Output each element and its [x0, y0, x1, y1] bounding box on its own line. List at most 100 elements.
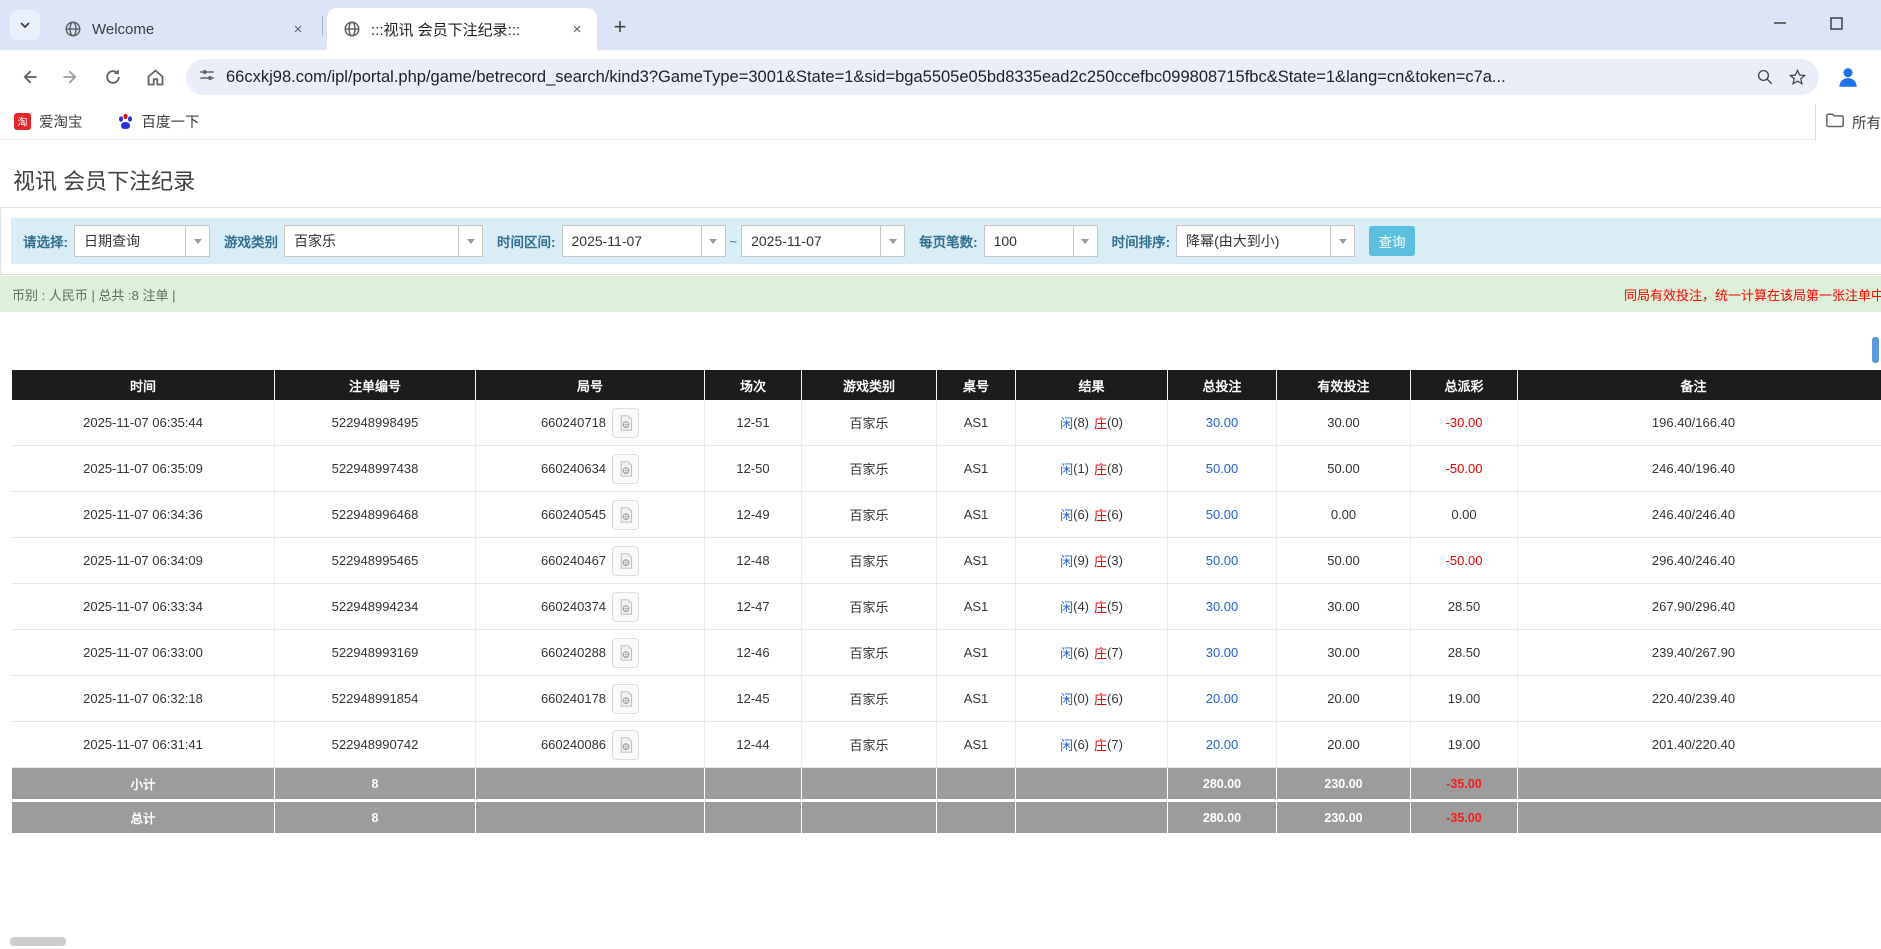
cell-session: 12-46: [705, 630, 802, 675]
video-replay-button[interactable]: [612, 684, 639, 714]
column-header: 结果: [1016, 370, 1168, 400]
date-to-select[interactable]: 2025-11-07: [741, 225, 905, 257]
baidu-icon: [117, 113, 134, 130]
round-number: 660240086: [541, 737, 606, 752]
bookmark-baidu[interactable]: 百度一下: [117, 111, 200, 132]
cell-total-bet[interactable]: 30.00: [1168, 584, 1277, 629]
profile-avatar-icon[interactable]: [1833, 62, 1863, 92]
cell-session: 12-49: [705, 492, 802, 537]
bookmark-taobao[interactable]: 淘 爱淘宝: [14, 111, 83, 132]
chevron-down-icon[interactable]: [881, 225, 905, 257]
cell-valid-bet: 30.00: [1277, 584, 1411, 629]
close-tab-icon[interactable]: ×: [567, 19, 587, 39]
video-replay-button[interactable]: [612, 408, 639, 438]
search-button[interactable]: 查询: [1369, 226, 1415, 256]
zoom-icon[interactable]: [1756, 68, 1774, 86]
bookmark-star-icon[interactable]: [1788, 68, 1807, 87]
cell-total-bet[interactable]: 20.00: [1168, 722, 1277, 767]
video-replay-button[interactable]: [612, 546, 639, 576]
chevron-down-icon[interactable]: [1331, 225, 1355, 257]
banker-result: 庄: [1094, 505, 1107, 524]
url-bar[interactable]: 66cxkj98.com/ipl/portal.php/game/betreco…: [186, 59, 1819, 95]
url-text[interactable]: 66cxkj98.com/ipl/portal.php/game/betreco…: [226, 68, 1742, 87]
cell-result: 闲(6)庄(7): [1016, 722, 1168, 767]
bookmarks-bar: 淘 爱淘宝 百度一下 所有书签: [0, 104, 1881, 140]
banker-result: 庄: [1094, 735, 1107, 754]
page-size-value[interactable]: 100: [984, 225, 1074, 257]
cell-total-bet[interactable]: 50.00: [1168, 492, 1277, 537]
cell-time: 2025-11-07 06:33:00: [12, 630, 275, 675]
video-replay-button[interactable]: [612, 454, 639, 484]
cell-table-no: AS1: [937, 400, 1016, 445]
chevron-down-icon[interactable]: [1074, 225, 1098, 257]
home-button[interactable]: [138, 60, 172, 94]
chevron-down-icon[interactable]: [702, 225, 726, 257]
folder-icon: [1826, 112, 1844, 133]
window-controls: [1765, 8, 1851, 38]
date-to-value[interactable]: 2025-11-07: [741, 225, 881, 257]
subtotal-valid-bet: 230.00: [1277, 768, 1411, 799]
all-bookmarks-button[interactable]: 所有书签: [1815, 104, 1881, 140]
subtotal-label: 小计: [12, 768, 275, 799]
horizontal-scrollbar[interactable]: [10, 937, 66, 946]
date-from-value[interactable]: 2025-11-07: [562, 225, 702, 257]
chevron-down-icon[interactable]: [186, 225, 210, 257]
cell-time: 2025-11-07 06:31:41: [12, 722, 275, 767]
player-points: (4): [1073, 599, 1089, 614]
cell-table-no: AS1: [937, 630, 1016, 675]
cell-payout: 28.50: [1411, 630, 1518, 675]
cell-session: 12-47: [705, 584, 802, 629]
scrollbar-thumb[interactable]: [1872, 337, 1879, 363]
video-replay-button[interactable]: [612, 500, 639, 530]
page-size-select[interactable]: 100: [984, 225, 1098, 257]
sort-select[interactable]: 降幂(由大到小): [1176, 225, 1355, 257]
cell-valid-bet: 50.00: [1277, 538, 1411, 583]
tab-betrecord[interactable]: :::视讯 会员下注纪录::: ×: [327, 8, 597, 50]
banker-result: 庄: [1094, 597, 1107, 616]
video-file-icon: [618, 507, 634, 523]
cell-total-bet[interactable]: 30.00: [1168, 630, 1277, 675]
forward-button[interactable]: [54, 60, 88, 94]
cell-total-bet[interactable]: 20.00: [1168, 676, 1277, 721]
new-tab-button[interactable]: +: [605, 12, 635, 42]
query-type-value[interactable]: 日期查询: [74, 225, 186, 257]
game-type-value[interactable]: 百家乐: [284, 225, 459, 257]
cell-session: 12-48: [705, 538, 802, 583]
page-content: 视讯 会员下注纪录 请选择: 日期查询 游戏类别 百家乐 时间区间: 2025-…: [0, 140, 1881, 948]
site-info-icon[interactable]: [198, 66, 216, 89]
reload-button[interactable]: [96, 60, 130, 94]
video-replay-button[interactable]: [612, 638, 639, 668]
page-title: 视讯 会员下注纪录: [13, 164, 195, 196]
date-from-select[interactable]: 2025-11-07: [562, 225, 726, 257]
column-header: 备注: [1518, 370, 1869, 400]
cell-round: 660240718: [476, 400, 705, 445]
cell-valid-bet: 50.00: [1277, 446, 1411, 491]
round-number: 660240634: [541, 461, 606, 476]
tab-welcome[interactable]: Welcome ×: [48, 8, 318, 50]
player-result: 闲: [1060, 505, 1073, 524]
cell-result: 闲(0)庄(6): [1016, 676, 1168, 721]
maximize-button[interactable]: [1821, 8, 1851, 38]
query-type-select[interactable]: 日期查询: [74, 225, 210, 257]
cell-payout: -50.00: [1411, 446, 1518, 491]
sort-value[interactable]: 降幂(由大到小): [1176, 225, 1331, 257]
cell-payout: 19.00: [1411, 676, 1518, 721]
game-type-select[interactable]: 百家乐: [284, 225, 483, 257]
cell-total-bet[interactable]: 50.00: [1168, 538, 1277, 583]
round-number: 660240288: [541, 645, 606, 660]
cell-total-bet[interactable]: 30.00: [1168, 400, 1277, 445]
cell-game-type: 百家乐: [802, 722, 937, 767]
total-payout: -35.00: [1411, 802, 1518, 833]
video-replay-button[interactable]: [612, 592, 639, 622]
cell-payout: -50.00: [1411, 538, 1518, 583]
cell-total-bet[interactable]: 50.00: [1168, 446, 1277, 491]
minimize-button[interactable]: [1765, 8, 1795, 38]
banker-points: (7): [1107, 737, 1123, 752]
back-button[interactable]: [12, 60, 46, 94]
video-replay-button[interactable]: [612, 730, 639, 760]
chevron-down-icon[interactable]: [459, 225, 483, 257]
close-tab-icon[interactable]: ×: [288, 19, 308, 39]
round-number: 660240178: [541, 691, 606, 706]
cell-payout: 0.00: [1411, 492, 1518, 537]
tab-search-button[interactable]: [10, 10, 40, 40]
